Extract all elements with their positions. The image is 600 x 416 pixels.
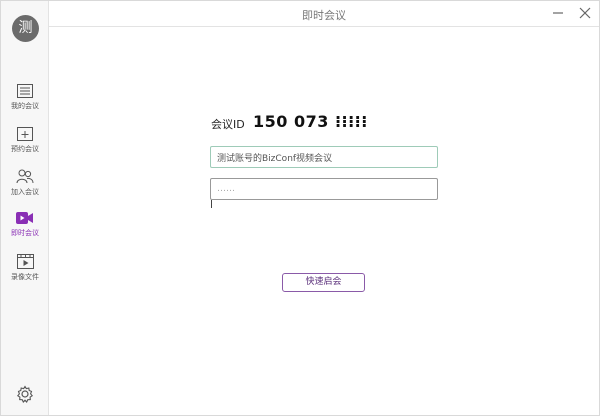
meeting-topic-input[interactable] — [210, 146, 438, 168]
meeting-id-label: 会议ID — [211, 118, 245, 131]
title-bar: 即时会议 — [49, 1, 599, 27]
sidebar-item-schedule-meeting[interactable]: 预约会议 — [1, 126, 49, 166]
sidebar-item-my-meetings[interactable]: 我的会议 — [1, 84, 49, 124]
avatar[interactable]: 测 — [12, 15, 39, 42]
close-icon[interactable] — [576, 4, 594, 22]
sidebar: 测 我的会议 预约会议 加入会议 即时会议 录像文件 — [1, 1, 49, 415]
app-window: 测 我的会议 预约会议 加入会议 即时会议 录像文件 即时会议 会议ID 150… — [0, 0, 600, 416]
meeting-password-input[interactable] — [210, 178, 438, 200]
sidebar-item-label: 加入会议 — [11, 188, 39, 196]
sidebar-item-label: 我的会议 — [11, 102, 39, 110]
sidebar-item-label: 即时会议 — [11, 229, 39, 237]
sidebar-item-join-meeting[interactable]: 加入会议 — [1, 169, 49, 209]
list-icon — [17, 84, 33, 98]
minimize-icon[interactable] — [549, 4, 567, 22]
quick-start-button[interactable]: 快速启会 — [282, 273, 365, 292]
gear-icon[interactable] — [16, 385, 34, 403]
window-title: 即时会议 — [302, 9, 346, 22]
sidebar-item-instant-meeting[interactable]: 即时会议 — [1, 211, 49, 251]
users-icon — [16, 169, 34, 184]
video-icon — [16, 212, 33, 224]
text-caret — [211, 200, 212, 208]
sidebar-item-label: 预约会议 — [11, 145, 39, 153]
meeting-id-value: 150 073 ⁝⁝⁝⁝⁝ — [253, 112, 368, 131]
calendar-plus-icon — [17, 127, 33, 141]
sidebar-item-label: 录像文件 — [11, 273, 39, 281]
sidebar-item-recordings[interactable]: 录像文件 — [1, 254, 49, 294]
recording-icon — [16, 254, 34, 269]
